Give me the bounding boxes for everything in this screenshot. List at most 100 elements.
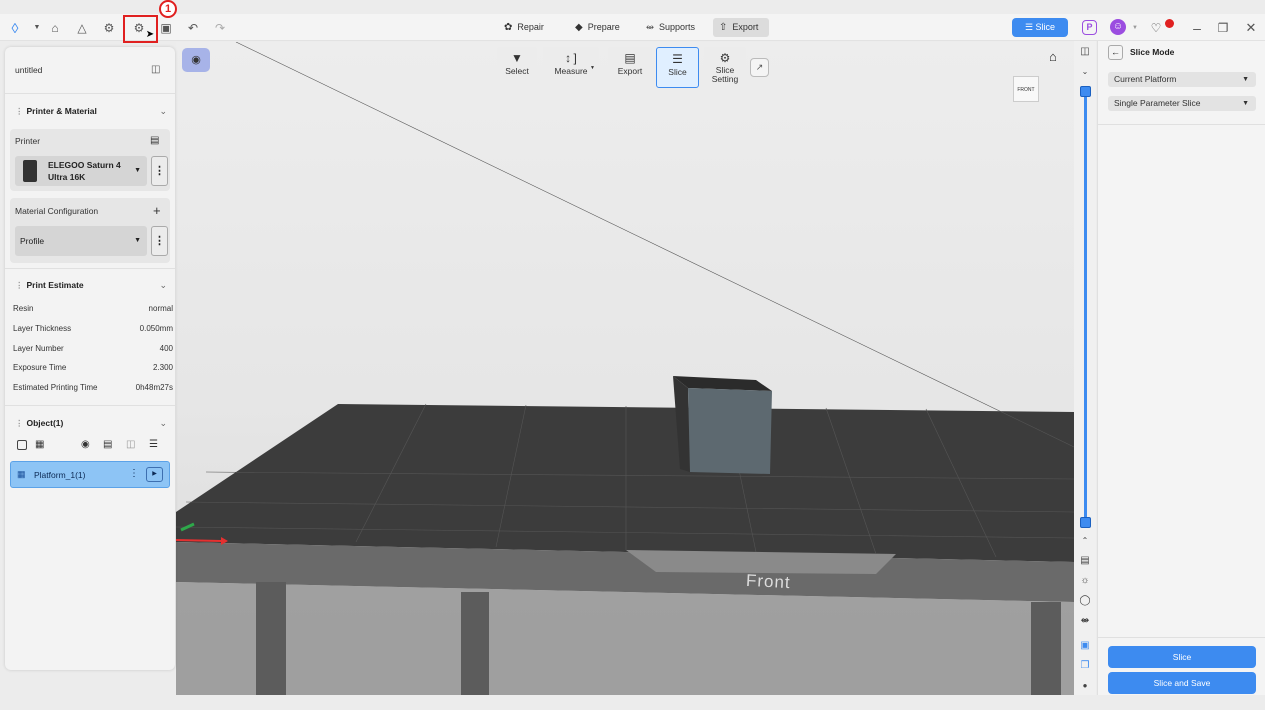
panel-toggle-icon[interactable]: ◫ bbox=[1078, 45, 1092, 59]
tab-repair[interactable]: ✿ Repair bbox=[498, 18, 550, 37]
slice-type-select[interactable]: Single Parameter Slice ▼ bbox=[1108, 96, 1256, 111]
dot-icon[interactable]: ● bbox=[1078, 679, 1092, 693]
save-icon[interactable]: ▣ bbox=[157, 19, 175, 37]
home-icon[interactable]: ⌂ bbox=[46, 19, 64, 37]
expand-arrow-icon[interactable]: ▶ bbox=[146, 467, 163, 482]
slice-button-top[interactable]: ☰ Slice bbox=[1012, 18, 1068, 37]
estimate-row: Resin normal bbox=[13, 304, 173, 313]
printer-name-line1: ELEGOO Saturn 4 bbox=[48, 160, 121, 170]
tab-prepare[interactable]: ◆ Prepare bbox=[569, 18, 626, 37]
close-icon[interactable]: ✕ bbox=[1242, 19, 1260, 37]
cube-icon: ◆ bbox=[575, 22, 583, 33]
chevron-down-icon[interactable]: ⌄ bbox=[1078, 65, 1092, 79]
printer-settings-icon[interactable]: ▤ bbox=[150, 135, 159, 146]
tab-export-label: Export bbox=[732, 22, 759, 32]
printer-more-icon[interactable]: ⋮ bbox=[151, 156, 168, 186]
layer-slider-top-handle[interactable] bbox=[1080, 86, 1091, 97]
circle-view-icon[interactable]: ◯ bbox=[1078, 594, 1092, 608]
overlap-view-icon[interactable]: ❐ bbox=[1078, 659, 1092, 673]
platform-scope-select[interactable]: Current Platform ▼ bbox=[1108, 72, 1256, 87]
slice-tool-button[interactable]: ☰ Slice bbox=[656, 47, 699, 88]
select-tool-button[interactable]: ▼ Select bbox=[497, 47, 537, 88]
layer-slider-track[interactable] bbox=[1084, 91, 1087, 523]
settings-gear-icon[interactable]: ⚙ bbox=[100, 19, 118, 37]
account-chevron-icon[interactable]: ▼ bbox=[1126, 19, 1144, 37]
select-all-checkbox[interactable] bbox=[17, 440, 27, 450]
print-estimate-title-text: Print Estimate bbox=[26, 280, 84, 290]
tab-supports[interactable]: ⥈ Supports bbox=[640, 18, 701, 37]
minimize-icon[interactable]: – bbox=[1188, 19, 1206, 37]
printer-thumbnail bbox=[23, 160, 37, 182]
export-tool-button[interactable]: ▤ Export bbox=[608, 47, 652, 88]
object-list-title: ⋮ Object(1) bbox=[15, 418, 63, 429]
notification-bell-icon[interactable]: ♡ bbox=[1147, 19, 1165, 37]
logo-icon[interactable]: ◊ bbox=[6, 19, 24, 37]
pointer-icon: ▼ bbox=[511, 51, 523, 65]
notification-badge bbox=[1165, 19, 1174, 28]
platform-item[interactable]: ▦ Platform_1(1) ⋮ ▶ bbox=[10, 461, 170, 488]
back-arrow-icon[interactable]: ← bbox=[1108, 45, 1123, 60]
drag-handle-icon: ⋮ bbox=[15, 418, 24, 428]
user-avatar-icon[interactable]: ☺ bbox=[1110, 19, 1126, 35]
printer-select[interactable]: ELEGOO Saturn 4 Ultra 16K ▼ bbox=[15, 156, 147, 186]
collapse-toolbar-icon[interactable]: ↗ bbox=[750, 58, 769, 77]
profile-select[interactable]: Profile ▼ bbox=[15, 226, 147, 256]
profile-more-icon[interactable]: ⋮ bbox=[151, 226, 168, 256]
estimate-row: Layer Thickness 0.050mm bbox=[13, 324, 173, 333]
solid-view-icon[interactable]: ▣ bbox=[1078, 639, 1092, 653]
slice-and-save-button[interactable]: Slice and Save bbox=[1108, 672, 1256, 694]
divider bbox=[1098, 124, 1265, 125]
group-icon[interactable]: ▦ bbox=[35, 439, 44, 450]
tab-export[interactable]: ⇧ Export bbox=[713, 18, 769, 37]
printer-label: Printer bbox=[15, 136, 41, 146]
estimate-value: 2.300 bbox=[152, 363, 173, 372]
undo-icon[interactable]: ↶ bbox=[184, 19, 202, 37]
measure-icon: ↕ ] bbox=[565, 51, 577, 65]
palette-icon[interactable]: ◉ bbox=[81, 439, 90, 450]
platform-more-icon[interactable]: ⋮ bbox=[129, 468, 139, 479]
layer-slider-strip: ◫ ⌄ ⌃ ▤ ☼ ◯ ⥈ ▣ ❐ ● bbox=[1074, 41, 1096, 695]
chevron-up-icon[interactable]: ⌃ bbox=[1078, 534, 1092, 548]
left-panel: untitled ◫ ⋮ Printer & Material ⌄ Printer… bbox=[5, 47, 175, 670]
step-badge: 1 bbox=[159, 0, 177, 18]
right-panel: ← Slice Mode Current Platform ▼ Single Pa… bbox=[1097, 41, 1265, 695]
redo-icon[interactable]: ↷ bbox=[211, 19, 229, 37]
measure-dropdown-icon[interactable]: ▼ bbox=[590, 65, 595, 71]
layers-icon: ☰ bbox=[672, 52, 683, 66]
slice-mode-title: Slice Mode bbox=[1130, 47, 1175, 57]
sun-icon[interactable]: ☼ bbox=[1078, 574, 1092, 588]
measure-tool-button[interactable]: ↕ ] Measure ▼ bbox=[543, 47, 599, 88]
estimate-value: normal bbox=[148, 304, 173, 313]
copy-view-icon[interactable]: ▤ bbox=[1078, 554, 1092, 568]
import-model-icon[interactable]: △ bbox=[73, 19, 91, 37]
chevron-down-icon[interactable]: ⌄ bbox=[159, 418, 167, 429]
slice-setting-button[interactable]: ⚙ Slice Setting bbox=[704, 47, 746, 88]
printer-leg bbox=[461, 592, 489, 695]
panel-toggle-icon[interactable]: ◫ bbox=[151, 64, 160, 75]
divider bbox=[5, 405, 175, 406]
support-view-icon[interactable]: ⥈ bbox=[1078, 614, 1092, 628]
view-orientation-cube[interactable]: FRONT bbox=[1013, 76, 1039, 102]
slice-button[interactable]: Slice bbox=[1108, 646, 1256, 668]
build-plate bbox=[176, 404, 1074, 562]
add-material-icon[interactable]: + bbox=[153, 203, 161, 218]
plugin-icon[interactable]: P bbox=[1082, 20, 1097, 35]
restore-window-icon[interactable]: ❐ bbox=[1214, 19, 1232, 37]
print-estimate-title: ⋮ Print Estimate bbox=[15, 280, 84, 291]
slice-setting-icon: ⚙ bbox=[719, 51, 731, 65]
delete-icon[interactable]: ◫ bbox=[126, 439, 135, 450]
layer-slider-bottom-handle[interactable] bbox=[1080, 517, 1091, 528]
chevron-down-icon[interactable]: ⌄ bbox=[159, 280, 167, 291]
home-view-icon[interactable]: ⌂ bbox=[1049, 49, 1057, 64]
chevron-down-icon[interactable]: ⌄ bbox=[159, 106, 167, 117]
tab-prepare-label: Prepare bbox=[587, 22, 620, 32]
printer-leg bbox=[1031, 602, 1061, 695]
select-tool-label: Select bbox=[505, 66, 529, 76]
view-mode-icon[interactable]: ◉ bbox=[182, 48, 210, 72]
list-settings-icon[interactable]: ☰ bbox=[149, 439, 158, 450]
add-object-icon[interactable]: ▤ bbox=[103, 439, 112, 450]
menu-chevron-down-icon[interactable]: ▼ bbox=[28, 19, 46, 37]
3d-viewport[interactable]: Front FRONT ⌂ ◉ bbox=[176, 42, 1074, 695]
drag-handle-icon: ⋮ bbox=[15, 280, 24, 290]
slice-button-top-label: Slice bbox=[1035, 22, 1056, 32]
